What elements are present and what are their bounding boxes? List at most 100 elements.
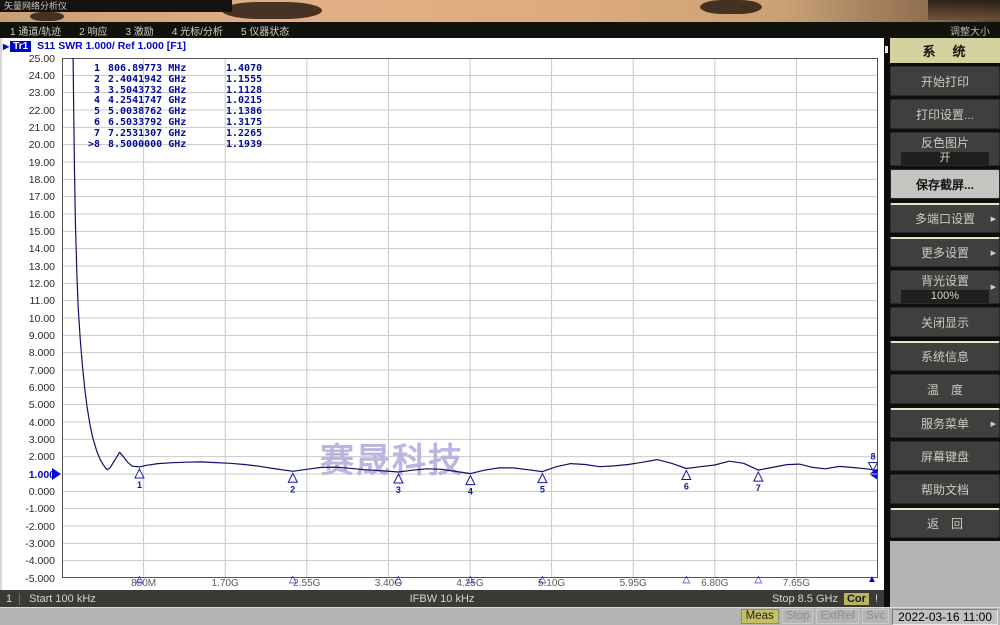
y-axis-label: 9.000 [28, 329, 55, 342]
axis-marker-3-icon[interactable]: △ [395, 574, 403, 585]
svc-status-badge: Svc [861, 609, 890, 624]
y-axis-label: 11.00 [29, 295, 56, 308]
sidebar-button-close-display[interactable]: 关闭显示 [890, 307, 1000, 337]
menu-item-channel-trace[interactable]: 1 通道/轨迹 [10, 23, 61, 38]
x-axis-labels: 850M 1.70G 2.55G 3.40G 4.25G 5.10G 5.95G 6.80G 7… [0, 574, 884, 591]
sidebar-button-back[interactable]: 返 回 [890, 508, 1000, 538]
start-frequency-label[interactable]: Start 100 kHz [29, 593, 96, 605]
sidebar-empty-area [890, 541, 1000, 607]
marker-frequency: 7.2531307 GHz [108, 127, 187, 139]
sidebar-header: 系 统 [890, 38, 1000, 63]
axis-marker-6-icon[interactable]: △ [682, 574, 690, 585]
y-axis-label: 8.000 [28, 347, 55, 360]
y-axis-label: 3.000 [28, 433, 55, 446]
sidebar-button-temperature[interactable]: 温 度 [890, 374, 1000, 404]
y-axis-label: 13.00 [28, 260, 55, 273]
sidebar-button-screen-keyboard[interactable]: 屏幕键盘 [890, 441, 1000, 471]
extref-status-badge: ExtRef [816, 609, 859, 624]
sidebar-button-label: 服务菜单 [920, 417, 969, 431]
sidebar-button-label: 关闭显示 [920, 315, 969, 330]
sidebar-button-help-docs[interactable]: 帮助文档 [890, 474, 1000, 504]
ifbw-label[interactable]: IFBW 10 kHz [410, 593, 475, 605]
y-axis-label: 23.00 [28, 87, 55, 100]
trace-marker-7-icon[interactable] [752, 470, 764, 482]
y-axis-label: -2.000 [25, 520, 55, 533]
y-axis-label: 22.00 [28, 104, 55, 117]
vna-application-window: 矢量网络分析仪 1 通道/轨迹 2 响应 3 激励 4 光标/分析 5 仪器状态 调整大… [0, 0, 1000, 625]
sidebar-button-system-info[interactable]: 系统信息 [890, 341, 1000, 371]
trace-marker-5-icon[interactable] [537, 472, 548, 484]
channel-number: 1 [6, 592, 21, 605]
sidebar-button-multiport-settings[interactable]: 多端口设置 ▶ [890, 203, 1000, 233]
y-axis-label: 7.000 [28, 364, 55, 377]
sidebar-button-label: 反色图片 [920, 135, 969, 150]
desktop-background-shape [928, 0, 1000, 20]
y-axis-label: 0.000 [28, 485, 55, 498]
sidebar-button-label: 更多设置 [920, 246, 969, 260]
desktop-background-shape [222, 2, 322, 19]
sweep-status-bar: 1 Start 100 kHz IFBW 10 kHz Stop 8.5 GHz… [0, 590, 884, 607]
axis-marker-1-icon[interactable]: △ [136, 574, 144, 585]
submenu-arrow-icon: ▶ [990, 215, 996, 223]
trace-marker-4-icon[interactable] [465, 474, 476, 486]
y-axis-label: 17.00 [28, 191, 55, 204]
trace-marker-1-icon[interactable] [134, 467, 145, 479]
window-title: 矢量网络分析仪 [0, 0, 232, 12]
y-axis-label: 18.00 [28, 173, 55, 186]
sidebar-button-more-settings[interactable]: 更多设置 ▶ [890, 237, 1000, 267]
trace-measurement-label[interactable]: S11 SWR 1.000/ Ref 1.000 [F1] [37, 40, 186, 52]
menu-bar: 1 通道/轨迹 2 响应 3 激励 4 光标/分析 5 仪器状态 调整大小 [0, 22, 1000, 38]
y-axis-label: 20.00 [28, 139, 55, 152]
y-axis-label: 10.00 [28, 312, 55, 325]
sidebar-button-state: 100% [901, 289, 989, 303]
sidebar-button-label: 系统信息 [920, 350, 969, 364]
axis-marker-5-icon[interactable]: △ [539, 574, 547, 585]
instrument-taskbar: Meas Stop ExtRef Svc 2022-03-16 11:00 [0, 607, 1000, 625]
sidebar-button-backlight-settings[interactable]: 背光设置 100% ▶ [890, 270, 1000, 304]
sidebar-scrollbar-thumb[interactable] [885, 46, 888, 53]
trace-marker-7-number: 7 [756, 483, 761, 493]
sidebar-button-start-print[interactable]: 开始打印 [890, 66, 1000, 96]
menu-item-instrument-state[interactable]: 5 仪器状态 [241, 23, 289, 38]
marker-table-row: 7 7.2531307 GHz 1.2265 [78, 127, 262, 140]
menu-resize-button[interactable]: 调整大小 [950, 23, 990, 38]
desktop-background-shape [700, 0, 762, 14]
y-axis-labels: 25.00 24.00 23.00 22.00 21.00 20.00 19.00 18.00… [0, 38, 58, 590]
axis-marker-4-icon[interactable]: △ [467, 574, 475, 585]
stop-frequency-label[interactable]: Stop 8.5 GHz [772, 593, 838, 605]
x-axis-label: 7.65G [782, 578, 811, 589]
trace-marker-1-number: 1 [137, 480, 142, 490]
submenu-arrow-icon: ▶ [990, 284, 996, 291]
marker-table-row: >8 8.5000000 GHz 1.1939 [78, 139, 262, 151]
desktop-background-shape [30, 12, 64, 21]
sidebar-button-state: 开 [901, 151, 989, 165]
x-axis-label: 6.80G [701, 578, 729, 589]
sidebar-button-label: 返 回 [926, 517, 963, 531]
sidebar-button-invert-image[interactable]: 反色图片开 [890, 132, 1000, 166]
sidebar-button-label: 屏幕键盘 [920, 449, 969, 464]
sidebar-button-label: 温 度 [926, 382, 963, 397]
axis-marker-8-icon[interactable]: ▲ [867, 574, 877, 585]
trace-marker-3-number: 3 [396, 485, 401, 495]
marker-number: 7 [93, 127, 100, 139]
menu-item-marker-analysis[interactable]: 4 光标/分析 [172, 23, 223, 38]
system-softkey-sidebar: 系 统 开始打印 打印设置... 反色图片开保存截屏... 多端口设置 ▶ 更多设置 ▶ 背光… [884, 38, 1000, 607]
trace-marker-2-icon[interactable] [287, 472, 299, 483]
marker-table-row: 2 2.4041942 GHz 1.1555 [78, 74, 262, 86]
axis-marker-2-icon[interactable]: △ [289, 574, 297, 585]
menu-item-stimulus[interactable]: 3 激励 [125, 23, 153, 38]
watermark-text: 赛晟科技 [320, 441, 464, 480]
y-axis-label: 14.00 [28, 243, 55, 256]
trace-marker-6-icon[interactable] [681, 469, 692, 480]
sidebar-button-service-menu[interactable]: 服务菜单 ▶ [890, 408, 1000, 438]
sidebar-button-save-screenshot[interactable]: 保存截屏... [890, 169, 1000, 199]
menu-items: 1 通道/轨迹 2 响应 3 激励 4 光标/分析 5 仪器状态 [10, 23, 289, 38]
trace-marker-8-number: 8 [870, 452, 875, 462]
sidebar-button-print-settings[interactable]: 打印设置... [890, 99, 1000, 129]
y-axis-label: -1.000 [25, 503, 55, 516]
x-axis-label: 2.55G [293, 578, 321, 589]
axis-marker-7-icon[interactable]: △ [754, 574, 762, 585]
y-axis-label: 4.000 [28, 416, 55, 429]
menu-item-response[interactable]: 2 响应 [79, 23, 107, 38]
marker-readout-table: 1 806.89773 MHz 1.4070 2 2.4041942 GHz 1.1555… [78, 63, 262, 151]
